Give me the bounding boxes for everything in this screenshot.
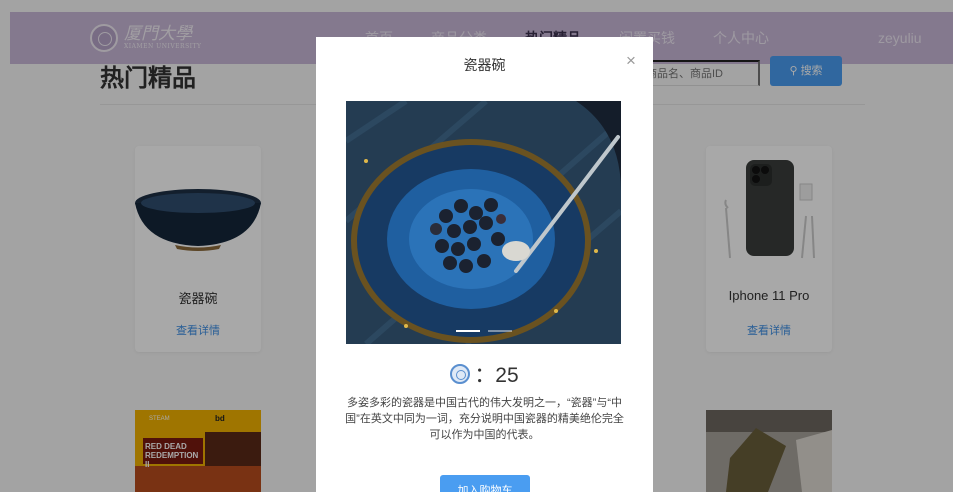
bowl-photo	[346, 101, 621, 344]
coin-icon	[450, 364, 471, 384]
price-value: ：25	[474, 364, 519, 387]
close-icon[interactable]: ×	[622, 52, 640, 70]
carousel-indicator-1[interactable]	[456, 330, 480, 332]
price-row: ：25	[316, 359, 653, 389]
product-detail-modal: 瓷器碗 × ：25 多姿多彩的瓷器是中国古代的伟大发明之一，“瓷器”与“中国”在…	[316, 37, 653, 492]
product-description: 多姿多彩的瓷器是中国古代的伟大发明之一，“瓷器”与“中国”在英文中同为一词，充分…	[345, 397, 624, 441]
add-to-cart-button[interactable]: 加入购物车	[440, 475, 530, 492]
product-image-carousel[interactable]	[346, 101, 621, 344]
carousel-indicator-2[interactable]	[488, 330, 512, 332]
modal-title: 瓷器碗	[463, 57, 506, 73]
